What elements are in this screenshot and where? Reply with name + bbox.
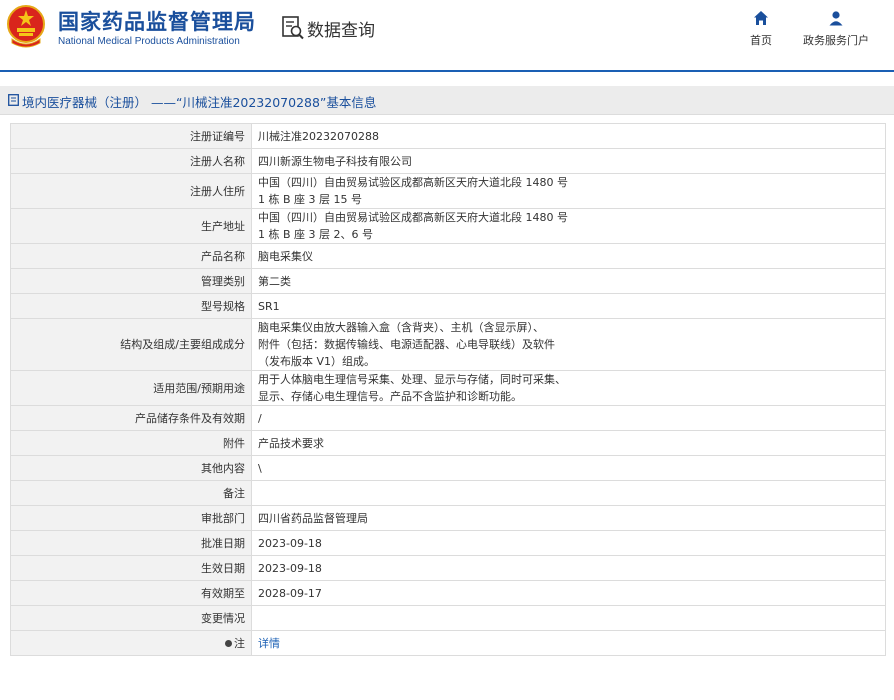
field-value: 产品技术要求	[251, 430, 886, 456]
value-line: 1 栋 B 座 3 层 15 号	[258, 193, 363, 206]
record-title: 境内医疗器械（注册） ——“川械注准20232070288”基本信息	[22, 95, 377, 110]
value-line: 1 栋 B 座 3 层 2、6 号	[258, 228, 374, 241]
value-line: 脑电采集仪由放大器输入盒（含背夹）、主机（含显示屏）、	[258, 321, 544, 334]
table-row: 其他内容 \	[10, 455, 886, 481]
field-value: 四川新源生物电子科技有限公司	[251, 148, 886, 174]
nav-home-label: 首页	[750, 34, 772, 47]
record-title-bar: 境内医疗器械（注册） ——“川械注准20232070288”基本信息	[0, 86, 894, 115]
data-query-label: 数据查询	[307, 21, 375, 41]
field-value	[251, 605, 886, 631]
value-line: 附件（包括：数据传输线、电源适配器、心电导联线）及软件	[258, 338, 555, 351]
value-line: （发布版本 V1）组成。	[258, 355, 376, 368]
table-row: 产品储存条件及有效期 /	[10, 405, 886, 431]
field-value: 2023-09-18	[251, 555, 886, 581]
field-value	[251, 480, 886, 506]
field-label: 变更情况	[10, 605, 252, 631]
field-value: 中国（四川）自由贸易试验区成都高新区天府大道北段 1480 号 1 栋 B 座 …	[251, 208, 886, 244]
registration-info-table: 注册证编号 川械注准20232070288 注册人名称 四川新源生物电子科技有限…	[10, 123, 886, 656]
field-label: 批准日期	[10, 530, 252, 556]
document-icon	[8, 94, 19, 106]
field-label: 生产地址	[10, 208, 252, 244]
field-label: 注册人住所	[10, 173, 252, 209]
field-label: 结构及组成/主要组成成分	[10, 318, 252, 371]
field-label: 注册人名称	[10, 148, 252, 174]
table-row: 批准日期 2023-09-18	[10, 530, 886, 556]
value-line: 显示、存储心电生理信号。产品不含监护和诊断功能。	[258, 390, 522, 403]
national-emblem-icon	[7, 5, 45, 48]
field-value: 第二类	[251, 268, 886, 294]
field-label: 型号规格	[10, 293, 252, 319]
field-label: 适用范围/预期用途	[10, 370, 252, 406]
org-name-en: National Medical Products Administration	[58, 36, 240, 47]
home-icon	[754, 11, 768, 25]
table-row: 备注	[10, 480, 886, 506]
field-value: 2028-09-17	[251, 580, 886, 606]
field-label: 附件	[10, 430, 252, 456]
field-value: 中国（四川）自由贸易试验区成都高新区天府大道北段 1480 号 1 栋 B 座 …	[251, 173, 886, 209]
table-row: 结构及组成/主要组成成分 脑电采集仪由放大器输入盒（含背夹）、主机（含显示屏）、…	[10, 318, 886, 371]
details-link[interactable]: 详情	[258, 637, 280, 650]
field-label: 注	[10, 630, 252, 656]
table-row: 审批部门 四川省药品监督管理局	[10, 505, 886, 531]
table-row: 有效期至 2028-09-17	[10, 580, 886, 606]
field-label: 有效期至	[10, 580, 252, 606]
field-value: SR1	[251, 293, 886, 319]
field-value: /	[251, 405, 886, 431]
field-value: 详情	[251, 630, 886, 656]
note-label: 注	[234, 636, 245, 650]
field-value: 脑电采集仪	[251, 243, 886, 269]
field-value: 四川省药品监督管理局	[251, 505, 886, 531]
field-label: 管理类别	[10, 268, 252, 294]
field-label: 产品储存条件及有效期	[10, 405, 252, 431]
table-row: 生产地址 中国（四川）自由贸易试验区成都高新区天府大道北段 1480 号 1 栋…	[10, 208, 886, 244]
field-value: 2023-09-18	[251, 530, 886, 556]
table-row: 变更情况	[10, 605, 886, 631]
field-label: 生效日期	[10, 555, 252, 581]
document-search-icon	[282, 16, 304, 40]
field-label: 其他内容	[10, 455, 252, 481]
field-value: 川械注准20232070288	[251, 123, 886, 149]
value-line: 中国（四川）自由贸易试验区成都高新区天府大道北段 1480 号	[258, 176, 568, 189]
org-name-cn: 国家药品监督管理局	[58, 10, 256, 34]
user-icon	[829, 11, 843, 26]
table-row: 产品名称 脑电采集仪	[10, 243, 886, 269]
field-label: 审批部门	[10, 505, 252, 531]
table-row: 注册证编号 川械注准20232070288	[10, 123, 886, 149]
field-value: 脑电采集仪由放大器输入盒（含背夹）、主机（含显示屏）、 附件（包括：数据传输线、…	[251, 318, 886, 371]
pin-icon	[225, 640, 232, 647]
field-value: 用于人体脑电生理信号采集、处理、显示与存储，同时可采集、 显示、存储心电生理信号…	[251, 370, 886, 406]
nav-home[interactable]: 首页	[744, 10, 778, 48]
table-row: 附件 产品技术要求	[10, 430, 886, 456]
nav-gov-service-portal[interactable]: 政务服务门户	[800, 10, 872, 48]
site-header: 国家药品监督管理局 National Medical Products Admi…	[0, 0, 894, 72]
table-row: 管理类别 第二类	[10, 268, 886, 294]
field-value: \	[251, 455, 886, 481]
field-label: 产品名称	[10, 243, 252, 269]
table-row: 适用范围/预期用途 用于人体脑电生理信号采集、处理、显示与存储，同时可采集、 显…	[10, 370, 886, 406]
field-label: 备注	[10, 480, 252, 506]
table-row: 注 详情	[10, 630, 886, 656]
table-row: 生效日期 2023-09-18	[10, 555, 886, 581]
table-row: 型号规格 SR1	[10, 293, 886, 319]
field-label: 注册证编号	[10, 123, 252, 149]
nav-gov-label: 政务服务门户	[803, 34, 869, 47]
value-line: 用于人体脑电生理信号采集、处理、显示与存储，同时可采集、	[258, 373, 566, 386]
table-row: 注册人住所 中国（四川）自由贸易试验区成都高新区天府大道北段 1480 号 1 …	[10, 173, 886, 209]
value-line: 中国（四川）自由贸易试验区成都高新区天府大道北段 1480 号	[258, 211, 568, 224]
table-row: 注册人名称 四川新源生物电子科技有限公司	[10, 148, 886, 174]
